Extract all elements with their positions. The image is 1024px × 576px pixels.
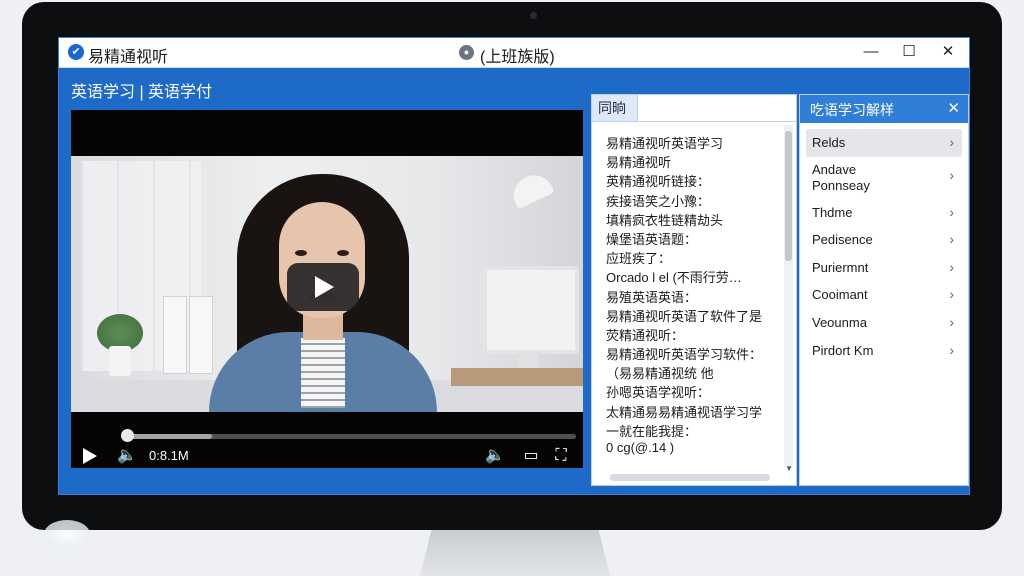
horizontal-scrollbar[interactable] <box>610 474 770 481</box>
transcript-line[interactable]: 填精疯衣牲链精劫头 <box>606 210 782 229</box>
transcript-lines: 易精通视听英语学习 易精通视听 英精通视听链接： 疾接语笑之小豫： 填精疯衣牲链精劫头燥… <box>606 133 782 459</box>
edition-logo-icon: ● <box>459 45 474 60</box>
explanation-item[interactable]: Thdme › <box>806 199 962 227</box>
explanation-item[interactable]: Pirdort Km › <box>806 337 962 365</box>
transcript-line[interactable]: 易精通视听英语了软件了是 <box>606 306 782 325</box>
presenter-eye <box>337 250 349 256</box>
binder <box>163 296 187 374</box>
chevron-right-icon: › <box>949 286 954 303</box>
transcript-line[interactable]: 孙嗯英语学视听： <box>606 382 782 401</box>
app-title: 易精通视听 <box>88 49 169 66</box>
transcript-line[interactable]: 易精通视听 <box>606 152 782 171</box>
explanation-header: 吃语学习解样 ✕ <box>800 95 968 123</box>
tab-divider <box>592 121 796 122</box>
chevron-right-icon: › <box>949 231 954 248</box>
explanation-item-label: Thdme <box>812 204 853 220</box>
explanation-item[interactable]: Andave Ponnseay › <box>806 157 962 199</box>
explanation-item[interactable]: Puriermnt › <box>806 254 962 282</box>
transcript-line[interactable]: 0 cg(@.14 ) <box>606 440 782 459</box>
background-computer <box>483 266 579 354</box>
play-icon[interactable] <box>83 448 97 464</box>
decorative-shape <box>44 520 90 548</box>
explanation-item-label: Veounma <box>812 314 867 330</box>
transcript-line[interactable]: 荧精通视听： <box>606 325 782 344</box>
seek-handle[interactable] <box>121 429 134 442</box>
transcript-line[interactable]: 应班疾了： <box>606 248 782 267</box>
explanation-list: Relds › Andave Ponnseay › Thdme › Pedisence › Pu… <box>806 129 962 364</box>
explanation-item-label: Andave Ponnseay <box>812 161 870 193</box>
video-controls: 🔈 0:8.1M 🔈 ▭ ⛶ <box>71 412 583 468</box>
transcript-line[interactable]: 易精通视听英语学习 <box>606 133 782 152</box>
transcript-line[interactable]: 太精通易易精通视语学习学 <box>606 402 782 421</box>
chevron-right-icon: › <box>949 313 954 330</box>
transcript-line[interactable]: （易易精通视统 他 <box>606 363 782 382</box>
transcript-line[interactable]: 燥堡语英语题： <box>606 229 782 248</box>
presenter-eye <box>295 250 307 256</box>
tab-transcript[interactable]: 同晌 <box>592 95 638 121</box>
explanation-item[interactable]: Cooimant › <box>806 281 962 309</box>
page-subtitle: 英语学习 | 英语学付 <box>71 84 213 101</box>
edition-title: (上班族版) <box>480 49 555 66</box>
explanation-item[interactable]: Veounma › <box>806 309 962 337</box>
title-bar: ✔ 易精通视听 ● (上班族版) — ☐ ✕ <box>59 38 969 68</box>
vertical-scrollbar[interactable] <box>784 125 793 467</box>
fullscreen-icon[interactable]: ⛶ <box>551 446 571 466</box>
volume-icon[interactable]: 🔈 <box>117 446 137 466</box>
close-panel-icon[interactable]: ✕ <box>947 99 960 117</box>
presenter-shirt <box>301 338 345 408</box>
explanation-item-label: Puriermnt <box>812 259 869 275</box>
video-player[interactable]: 🔈 0:8.1M 🔈 ▭ ⛶ <box>71 110 583 468</box>
maximize-button[interactable]: ☐ <box>895 41 923 63</box>
explanation-item[interactable]: Relds › <box>806 129 962 157</box>
binder <box>189 296 213 374</box>
webcam-dot <box>530 12 537 19</box>
transcript-line[interactable]: 一就在能我提： <box>606 421 782 440</box>
explanation-title: 吃语学习解样 <box>810 102 894 118</box>
chevron-right-icon: › <box>949 341 954 358</box>
transcript-line[interactable]: 易精通视听英语学习软件： <box>606 344 782 363</box>
explanation-item-label: Cooimant <box>812 287 868 303</box>
chevron-right-icon: › <box>949 203 954 220</box>
transcript-line[interactable]: 疾接语笑之小豫： <box>606 191 782 210</box>
transcript-panel: 同晌 易精通视听英语学习 易精通视听 英精通视听链接： 疾接语笑之小豫： 填精疯衣牲链精… <box>591 94 797 486</box>
app-window: ✔ 易精通视听 ● (上班族版) — ☐ ✕ 英语学习 | 英语学付 🔈 0:8… <box>58 37 970 495</box>
transcript-line[interactable]: 英精通视听链接： <box>606 171 782 190</box>
explanation-item-label: Pedisence <box>812 232 873 248</box>
chevron-right-icon: › <box>949 166 954 183</box>
close-button[interactable]: ✕ <box>934 41 962 63</box>
desk-lamp <box>507 168 555 210</box>
minimize-button[interactable]: — <box>857 41 885 63</box>
chevron-right-icon: › <box>949 134 954 150</box>
plant-pot <box>109 346 131 376</box>
explanation-item-label: Pirdort Km <box>812 342 874 358</box>
seek-progress <box>121 434 212 439</box>
explanation-item[interactable]: Pedisence › <box>806 226 962 254</box>
monitor-stand <box>420 530 610 576</box>
time-display: 0:8.1M <box>149 448 189 463</box>
scrollbar-thumb[interactable] <box>785 131 792 261</box>
wooden-shelf <box>451 368 583 386</box>
check-logo-icon: ✔ <box>68 44 84 60</box>
screen-icon[interactable]: ▭ <box>521 446 541 466</box>
explanation-item-label: Relds <box>812 135 846 150</box>
volume-right-icon[interactable]: 🔈 <box>485 446 505 466</box>
chevron-right-icon: › <box>949 258 954 275</box>
explanation-panel: 吃语学习解样 ✕ Relds › Andave Ponnseay › Thdme › Ped… <box>799 94 969 486</box>
seek-bar[interactable] <box>121 434 576 439</box>
scroll-down-icon[interactable]: ▼ <box>785 464 793 473</box>
play-overlay-button[interactable] <box>287 263 359 311</box>
transcript-line[interactable]: Orcado l el (不雨行劳… <box>606 267 782 286</box>
transcript-line[interactable]: 易殖英语英语： <box>606 287 782 306</box>
